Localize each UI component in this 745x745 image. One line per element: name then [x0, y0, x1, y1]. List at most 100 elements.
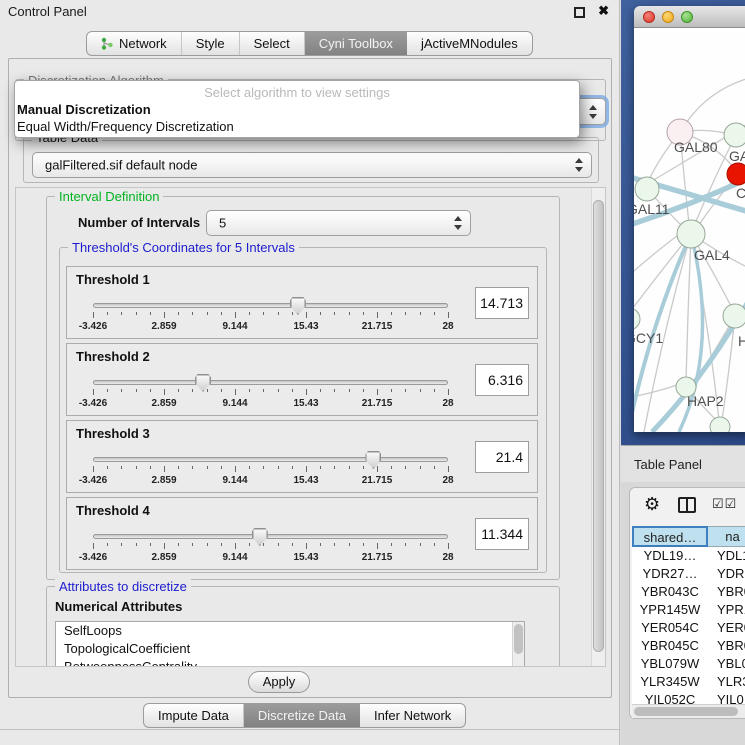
- threshold-value-field[interactable]: 21.4: [475, 441, 529, 473]
- tab-discretize-data[interactable]: Discretize Data: [244, 704, 360, 727]
- cell-name[interactable]: YDR2: [708, 565, 745, 583]
- cell-name[interactable]: YLR3: [708, 673, 745, 691]
- attributes-scrollbar[interactable]: [512, 622, 524, 666]
- cell-shared-name[interactable]: YBR043C: [632, 583, 708, 601]
- close-traffic-light-icon[interactable]: [643, 11, 655, 23]
- cell-name[interactable]: YBL0: [708, 655, 745, 673]
- cell-name[interactable]: YBR0: [708, 637, 745, 655]
- network-node[interactable]: [710, 417, 730, 432]
- slider-tick-label: 2.859: [151, 398, 176, 409]
- tab-cyni-toolbox[interactable]: Cyni Toolbox: [305, 32, 407, 55]
- network-edge[interactable]: [634, 384, 680, 398]
- split-columns-icon[interactable]: [678, 497, 696, 513]
- slider-tick: [121, 389, 122, 392]
- network-node-ga[interactable]: [724, 123, 745, 147]
- column-header-shared-name[interactable]: shared…: [632, 526, 708, 547]
- select-columns-icon[interactable]: ☑☑: [712, 496, 737, 512]
- slider-tick: [263, 312, 264, 315]
- threshold-slider[interactable]: -3.4262.8599.14415.4321.71528: [93, 449, 448, 491]
- settings-scrollbar-thumb[interactable]: [593, 200, 604, 652]
- table-data-combobox[interactable]: galFiltered.sif default node: [32, 152, 592, 178]
- slider-tick: [178, 389, 179, 392]
- num-intervals-combobox[interactable]: 5: [206, 210, 471, 236]
- slider-tick: [320, 312, 321, 315]
- network-node-gal4[interactable]: [677, 220, 705, 248]
- network-edge[interactable]: [686, 78, 745, 123]
- slider-tick: [207, 543, 208, 546]
- algorithm-option-manual-discretization[interactable]: Manual Discretization: [15, 101, 579, 118]
- tab-infer-network[interactable]: Infer Network: [360, 704, 465, 727]
- table-row[interactable]: YER054CYER0: [632, 619, 745, 637]
- control-panel-titlebar: Control Panel ✖: [0, 0, 619, 24]
- algorithm-dropdown-popup: Select algorithm to view settings Manual…: [14, 80, 580, 138]
- combo-arrows-icon: [575, 158, 583, 172]
- network-canvas[interactable]: GAL80GACGAL11GAL4GCY1HHAP2: [634, 28, 745, 432]
- table-row[interactable]: YBL079WYBL0: [632, 655, 745, 673]
- slider-tick-label: 21.715: [362, 475, 393, 486]
- cell-shared-name[interactable]: YDL19…: [632, 547, 708, 565]
- slider-handle[interactable]: [195, 374, 211, 392]
- tab-style[interactable]: Style: [182, 32, 240, 55]
- cell-name[interactable]: YPR1: [708, 601, 745, 619]
- attribute-item-betweennesscentrality[interactable]: BetweennessCentrality: [56, 658, 524, 667]
- table-row[interactable]: YDR27…YDR2: [632, 565, 745, 583]
- slider-handle[interactable]: [252, 528, 268, 546]
- close-icon[interactable]: ✖: [598, 3, 609, 19]
- network-node-gcy1[interactable]: [634, 308, 640, 330]
- tab-network[interactable]: Network: [87, 32, 182, 55]
- settings-scrollbar[interactable]: [591, 188, 605, 666]
- cell-name[interactable]: YDL1: [708, 547, 745, 565]
- table-row[interactable]: YLR345WYLR3: [632, 673, 745, 691]
- node-attribute-table: shared… na YDL19…YDL1YDR27…YDR2YBR043CYB…: [632, 526, 745, 704]
- tab-impute-data[interactable]: Impute Data: [144, 704, 244, 727]
- slider-tick-label: 21.715: [362, 321, 393, 332]
- gear-icon[interactable]: ⚙: [644, 494, 660, 515]
- slider-tick: [391, 543, 392, 546]
- threshold-slider[interactable]: -3.4262.8599.14415.4321.71528: [93, 526, 448, 568]
- threshold-value-field[interactable]: 14.713: [475, 287, 529, 319]
- table-row[interactable]: YBR045CYBR0: [632, 637, 745, 655]
- zoom-traffic-light-icon[interactable]: [681, 11, 693, 23]
- table-hscrollbar-thumb[interactable]: [634, 707, 738, 716]
- table-horizontal-scrollbar[interactable]: [632, 704, 745, 718]
- slider-handle[interactable]: [365, 451, 381, 469]
- slider-tick: [448, 466, 449, 472]
- table-row[interactable]: YIL052CYIL0: [632, 691, 745, 704]
- table-row[interactable]: YDL19…YDL1: [632, 547, 745, 565]
- combo-arrows-icon: [589, 105, 597, 119]
- network-node-h[interactable]: [723, 304, 745, 328]
- table-row[interactable]: YBR043CYBR0: [632, 583, 745, 601]
- cell-shared-name[interactable]: YDR27…: [632, 565, 708, 583]
- threshold-value-field[interactable]: 6.316: [475, 364, 529, 396]
- attribute-item-selfloops[interactable]: SelfLoops: [56, 622, 524, 640]
- threshold-label: Threshold 4: [76, 503, 150, 518]
- cell-shared-name[interactable]: YER054C: [632, 619, 708, 637]
- minimize-traffic-light-icon[interactable]: [662, 11, 674, 23]
- threshold-slider[interactable]: -3.4262.8599.14415.4321.71528: [93, 372, 448, 414]
- slider-tick: [235, 312, 236, 318]
- cell-shared-name[interactable]: YPR145W: [632, 601, 708, 619]
- cell-name[interactable]: YIL0: [708, 691, 745, 704]
- slider-tick: [136, 466, 137, 469]
- network-node-gal11[interactable]: [635, 177, 659, 201]
- column-header-name[interactable]: na: [708, 526, 745, 547]
- cell-name[interactable]: YER0: [708, 619, 745, 637]
- table-row[interactable]: YPR145WYPR1: [632, 601, 745, 619]
- algorithm-placeholder-option[interactable]: Select algorithm to view settings: [15, 81, 579, 101]
- settings-viewport: Interval Definition Number of Intervals …: [15, 187, 606, 667]
- network-node-c[interactable]: [727, 163, 745, 185]
- tab-jactivemnodules[interactable]: jActiveMNodules: [407, 32, 532, 55]
- cell-shared-name[interactable]: YLR345W: [632, 673, 708, 691]
- tab-select[interactable]: Select: [240, 32, 305, 55]
- apply-button[interactable]: Apply: [248, 671, 310, 693]
- attribute-item-topologicalcoefficient[interactable]: TopologicalCoefficient: [56, 640, 524, 658]
- threshold-value-field[interactable]: 11.344: [475, 518, 529, 550]
- cell-shared-name[interactable]: YIL052C: [632, 691, 708, 704]
- network-edge[interactable]: [686, 234, 691, 380]
- float-window-icon[interactable]: [574, 7, 585, 18]
- cell-shared-name[interactable]: YBL079W: [632, 655, 708, 673]
- cell-shared-name[interactable]: YBR045C: [632, 637, 708, 655]
- cell-name[interactable]: YBR0: [708, 583, 745, 601]
- threshold-slider[interactable]: -3.4262.8599.14415.4321.71528: [93, 295, 448, 337]
- algorithm-option-equal-width-frequency-discretization[interactable]: Equal Width/Frequency Discretization: [15, 118, 579, 135]
